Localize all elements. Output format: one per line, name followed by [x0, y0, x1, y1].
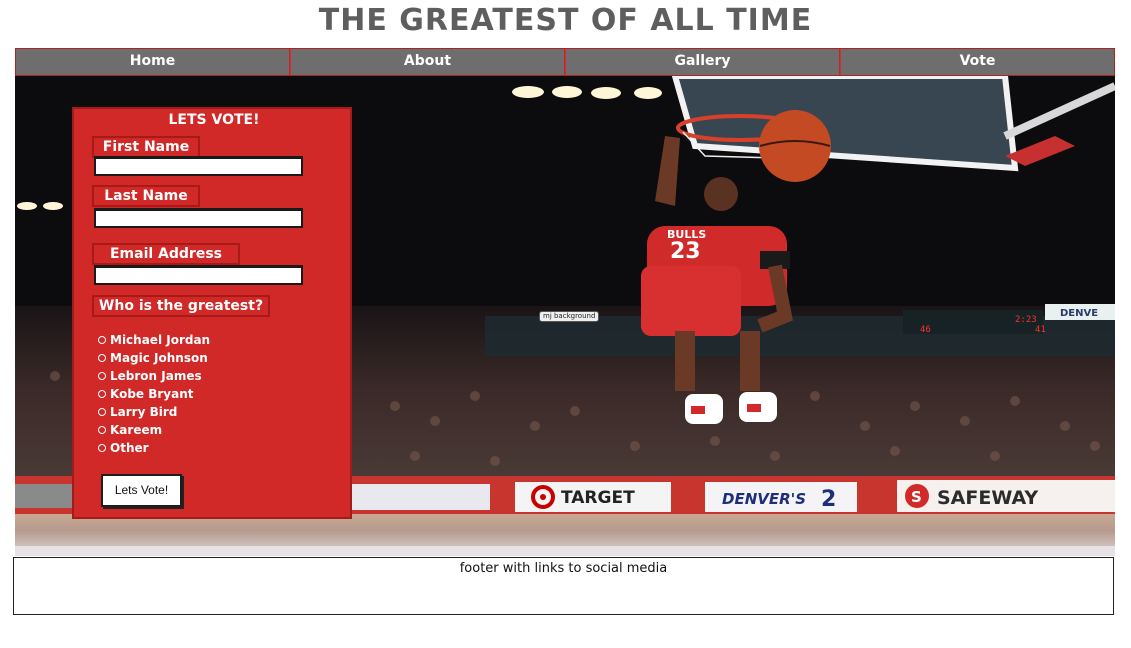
nav-gallery[interactable]: Gallery — [565, 49, 840, 75]
option-kareem[interactable]: Kareem — [98, 422, 162, 438]
image-alt-label: mj background — [539, 311, 600, 322]
option-label: Kobe Bryant — [110, 387, 194, 401]
svg-text:41: 41 — [1035, 325, 1046, 335]
footer: footer with links to social media — [13, 557, 1114, 615]
main-nav: Home About Gallery Vote — [15, 48, 1115, 76]
email-label: Email Address — [92, 243, 240, 265]
svg-text:SAFEWAY: SAFEWAY — [937, 487, 1038, 509]
vote-form-title: LETS VOTE! — [168, 112, 260, 128]
option-label: Other — [110, 441, 149, 455]
option-label: Kareem — [110, 423, 163, 437]
radio-button[interactable] — [98, 444, 106, 452]
footer-text: footer with links to social media — [459, 561, 668, 576]
option-lebron-james[interactable]: Lebron James — [98, 368, 202, 384]
option-label: Lebron James — [110, 369, 202, 383]
option-other[interactable]: Other — [98, 440, 149, 456]
lets-vote-button[interactable]: Lets Vote! — [101, 474, 182, 507]
svg-text:BULLS: BULLS — [667, 228, 706, 241]
svg-text:S: S — [911, 488, 922, 506]
last-name-label: Last Name — [92, 185, 200, 207]
nav-vote[interactable]: Vote — [840, 49, 1114, 75]
radio-button[interactable] — [98, 354, 106, 362]
svg-text:DENVER'S: DENVER'S — [722, 490, 806, 508]
radio-button[interactable] — [98, 390, 106, 398]
last-name-input[interactable] — [94, 208, 303, 228]
svg-text:TARGET: TARGET — [561, 488, 635, 508]
nav-about[interactable]: About — [290, 49, 565, 75]
option-label: Magic Johnson — [110, 351, 208, 365]
option-michael-jordan[interactable]: Michael Jordan — [98, 332, 210, 348]
radio-button[interactable] — [98, 408, 106, 416]
svg-text:2:23: 2:23 — [1015, 315, 1037, 325]
svg-text:DENVE: DENVE — [1060, 308, 1098, 319]
option-kobe-bryant[interactable]: Kobe Bryant — [98, 386, 194, 402]
option-magic-johnson[interactable]: Magic Johnson — [98, 350, 208, 366]
first-name-label: First Name — [92, 136, 200, 158]
radio-button[interactable] — [98, 336, 106, 344]
page-title: THE GREATEST OF ALL TIME — [318, 3, 813, 38]
svg-text:23: 23 — [670, 239, 701, 264]
radio-button[interactable] — [98, 426, 106, 434]
option-label: Michael Jordan — [110, 333, 211, 347]
email-input[interactable] — [94, 265, 303, 285]
svg-text:2: 2 — [821, 487, 836, 512]
option-label: Larry Bird — [110, 405, 178, 419]
vote-form: LETS VOTE! First Name Last Name Email Ad… — [72, 107, 352, 519]
nav-home[interactable]: Home — [16, 49, 290, 75]
option-larry-bird[interactable]: Larry Bird — [98, 404, 177, 420]
radio-button[interactable] — [98, 372, 106, 380]
first-name-input[interactable] — [94, 156, 303, 176]
greatest-question-label: Who is the greatest? — [92, 295, 270, 317]
svg-text:46: 46 — [920, 325, 931, 335]
